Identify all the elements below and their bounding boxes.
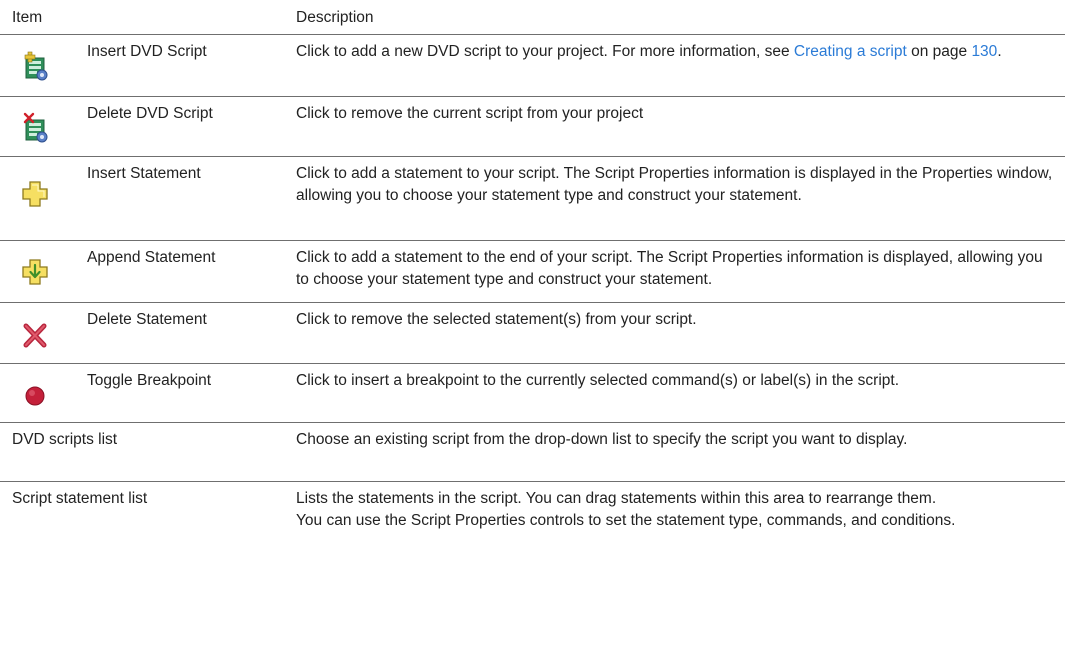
header-item: Item [12,9,43,26]
page-link[interactable]: 130 [971,43,997,60]
item-description: Lists the statements in the script. You … [296,488,1056,532]
table-row: Insert Statement Click to add a statemen… [0,157,1065,241]
item-label: Insert DVD Script [87,43,207,60]
item-description: Click to add a statement to your script.… [296,165,1053,204]
append-statement-icon [18,255,52,289]
table-header: Item Description [0,0,1065,35]
description-text: . [997,43,1002,60]
header-description: Description [296,9,374,26]
table-row: Append Statement Click to add a statemen… [0,241,1065,303]
description-text: Click to add a new DVD script to your pr… [296,43,794,60]
table-row: Script statement list Lists the statemen… [0,482,1065,586]
table-row: Insert DVD Script Click to add a new DVD… [0,35,1065,97]
item-label: Delete DVD Script [87,105,213,122]
item-description: Click to add a statement to the end of y… [296,249,1043,288]
item-description: Click to remove the selected statement(s… [296,311,697,328]
description-paragraph: You can use the Script Properties contro… [296,512,956,529]
table-row: Delete Statement Click to remove the sel… [0,303,1065,364]
insert-statement-icon [18,177,52,211]
creating-script-link[interactable]: Creating a script [794,43,907,60]
item-label: Append Statement [87,249,216,266]
item-label: DVD scripts list [12,431,118,448]
item-description: Click to insert a breakpoint to the curr… [296,372,900,389]
item-label: Insert Statement [87,165,201,182]
item-description: Choose an existing script from the drop-… [296,431,908,448]
item-description: Click to add a new DVD script to your pr… [296,41,1056,63]
insert-dvd-script-icon [18,49,52,83]
delete-statement-icon [18,318,52,352]
breakpoint-icon [18,378,52,412]
description-text: on page [906,43,972,60]
item-label: Toggle Breakpoint [87,372,212,389]
item-description: Click to remove the current script from … [296,105,644,122]
table-row: Delete DVD Script Click to remove the cu… [0,97,1065,157]
reference-table: Item Description Insert DVD Script Click… [0,0,1065,586]
item-label: Script statement list [12,490,148,507]
description-paragraph: Lists the statements in the script. You … [296,490,937,507]
table-row: DVD scripts list Choose an existing scri… [0,423,1065,482]
delete-dvd-script-icon [18,111,52,145]
table-row: Toggle Breakpoint Click to insert a brea… [0,364,1065,423]
item-label: Delete Statement [87,311,207,328]
